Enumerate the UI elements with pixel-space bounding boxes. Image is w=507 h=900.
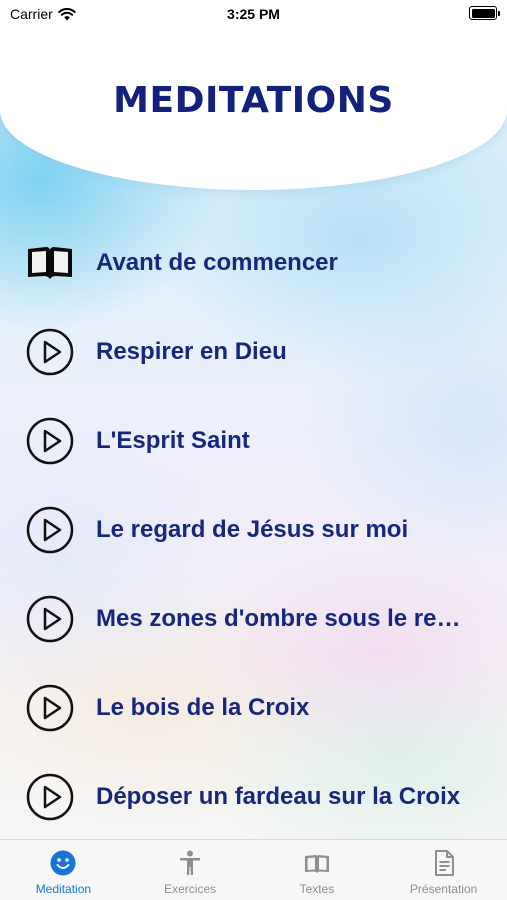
book-icon	[26, 239, 74, 287]
play-icon	[26, 684, 74, 732]
tab-label: Exercices	[164, 882, 217, 896]
tab-presentation[interactable]: Présentation	[380, 840, 507, 900]
tab-label: Textes	[299, 882, 335, 896]
battery-icon	[469, 6, 500, 20]
smiley-icon	[50, 850, 76, 876]
play-icon	[26, 506, 74, 554]
tab-textes[interactable]: Textes	[254, 840, 381, 900]
status-bar: Carrier 3:25 PM	[0, 0, 507, 28]
play-icon	[26, 417, 74, 465]
person-icon	[180, 850, 201, 875]
play-icon	[26, 773, 74, 821]
tab-exercices[interactable]: Exercices	[127, 840, 254, 900]
tab-label: Présentation	[409, 882, 478, 896]
play-icon	[26, 328, 74, 376]
status-time: 3:25 PM	[227, 6, 280, 22]
list-item-bois-de-la-croix[interactable]: Le bois de la Croix	[0, 663, 507, 752]
list-item-zones-d-ombre[interactable]: Mes zones d'ombre sous le re…	[0, 574, 507, 663]
list-item-label: Le bois de la Croix	[96, 693, 310, 721]
tab-meditation[interactable]: Meditation	[0, 840, 127, 900]
list-item-esprit-saint[interactable]: L'Esprit Saint	[0, 396, 507, 485]
list-item-label: Mes zones d'ombre sous le re…	[96, 604, 461, 632]
open-book-icon	[304, 855, 329, 873]
list-item-label: Respirer en Dieu	[96, 337, 287, 365]
list-item-label: Le regard de Jésus sur moi	[96, 515, 409, 543]
list-item-deposer-un-fardeau[interactable]: Déposer un fardeau sur la Croix	[0, 752, 507, 841]
list-item-label: L'Esprit Saint	[96, 426, 250, 454]
list-item-respirer-en-dieu[interactable]: Respirer en Dieu	[0, 307, 507, 396]
meditation-list: Avant de commencer Respirer en Dieu L'Es…	[0, 218, 507, 841]
page-title: MEDITATIONS	[113, 80, 394, 121]
list-item-label: Déposer un fardeau sur la Croix	[96, 782, 461, 810]
list-item-avant-de-commencer[interactable]: Avant de commencer	[0, 218, 507, 307]
list-item-regard-de-jesus[interactable]: Le regard de Jésus sur moi	[0, 485, 507, 574]
list-item-label: Avant de commencer	[96, 248, 338, 276]
tab-label: Meditation	[35, 882, 92, 896]
tab-bar: Meditation Exercices Textes Présentation	[0, 839, 507, 900]
play-icon	[26, 595, 74, 643]
document-icon	[434, 850, 454, 876]
